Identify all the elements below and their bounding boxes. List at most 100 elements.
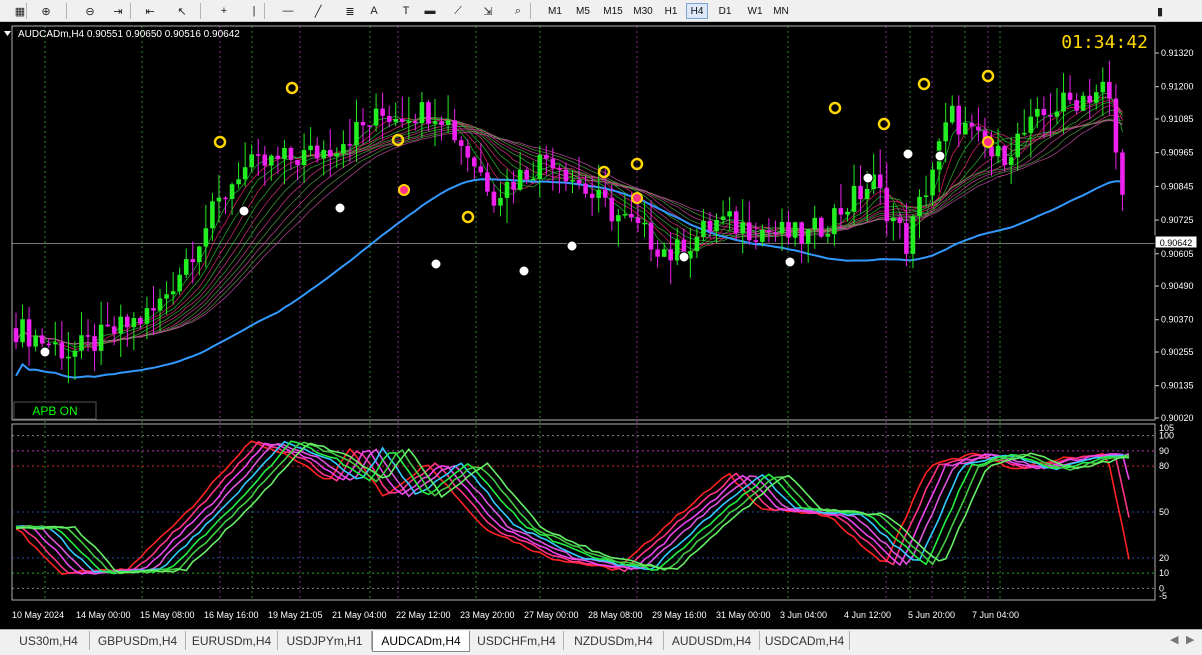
candle-body bbox=[838, 208, 844, 215]
chart-grid-icon[interactable]: ▦ bbox=[10, 2, 30, 20]
candle-body bbox=[59, 342, 65, 359]
timeframe-w1-button[interactable]: W1 bbox=[744, 3, 766, 19]
tab-audcadm-h4[interactable]: AUDCADm,H4 bbox=[372, 631, 470, 652]
price-chart[interactable]: 0.91320 0.91200 0.91085 0.90965 0.90845 0.907… bbox=[0, 22, 1202, 629]
timeframe-h4-button[interactable]: H4 bbox=[686, 3, 708, 19]
candle-body bbox=[426, 102, 431, 124]
timeframe-mn-button[interactable]: MN bbox=[770, 3, 792, 19]
fib-fan-icon[interactable]: ⟋ bbox=[448, 2, 468, 20]
candle-body bbox=[399, 118, 405, 122]
buy-signal-icon bbox=[430, 258, 442, 270]
timeframe-m5-button[interactable]: M5 bbox=[572, 3, 594, 19]
zoom-in-icon[interactable]: ⊕ bbox=[36, 2, 56, 20]
candle-body bbox=[498, 197, 503, 206]
chart-window[interactable]: 0.91320 0.91200 0.91085 0.90965 0.90845 0.907… bbox=[0, 22, 1202, 629]
price-label: 0.90020 bbox=[1161, 413, 1194, 423]
candle-body bbox=[380, 108, 385, 116]
chart-scroll-icon[interactable]: ⇥ bbox=[108, 2, 128, 20]
timeframe-h1-button[interactable]: H1 bbox=[660, 3, 682, 19]
timeframe-m1-button[interactable]: M1 bbox=[544, 3, 566, 19]
candle-body bbox=[917, 196, 922, 217]
price-label: 0.90135 bbox=[1161, 381, 1194, 391]
tab-scroll-right-icon[interactable]: ▶ bbox=[1186, 633, 1194, 646]
apb-label: APB ON bbox=[32, 404, 77, 418]
time-label: 29 May 16:00 bbox=[652, 610, 707, 620]
fibonacci-icon[interactable]: ≣ bbox=[340, 2, 360, 20]
candle-body bbox=[413, 121, 418, 124]
candle-body bbox=[85, 335, 91, 337]
candle-body bbox=[52, 342, 58, 345]
candle-body bbox=[20, 319, 25, 343]
candle-body bbox=[524, 169, 529, 180]
timeframe-d1-button[interactable]: D1 bbox=[714, 3, 736, 19]
cursor-icon[interactable]: ↖ bbox=[172, 2, 192, 20]
candle-body bbox=[242, 167, 248, 180]
candle-body bbox=[655, 249, 660, 257]
tab-audusdm-h4[interactable]: AUDUSDm,H4 bbox=[664, 631, 760, 650]
candle-body bbox=[1100, 81, 1106, 93]
candle-body bbox=[517, 169, 523, 190]
oscillator-level-label: 50 bbox=[1159, 507, 1169, 517]
candle-body bbox=[877, 174, 883, 188]
tab-us30m-h4[interactable]: US30m,H4 bbox=[8, 631, 90, 650]
tab-scroll-left-icon[interactable]: ◀ bbox=[1170, 633, 1178, 646]
candle-body bbox=[249, 154, 254, 168]
price-label: 0.91085 bbox=[1161, 114, 1194, 124]
time-label: 10 May 2024 bbox=[12, 610, 64, 620]
tab-usdjpym-h1[interactable]: USDJPYm,H1 bbox=[278, 631, 372, 650]
candle-body bbox=[622, 214, 628, 216]
horizontal-line-icon[interactable]: — bbox=[278, 2, 298, 20]
candle-body bbox=[635, 217, 641, 224]
price-label: 0.90370 bbox=[1161, 315, 1194, 325]
vertical-line-icon[interactable]: | bbox=[244, 2, 264, 20]
candle-body bbox=[1107, 81, 1112, 99]
candle-body bbox=[818, 217, 824, 237]
current-price-label: 0.90642 bbox=[1160, 238, 1193, 248]
candle-body bbox=[197, 246, 202, 263]
timeframe-m30-button[interactable]: M30 bbox=[630, 3, 656, 19]
candle-body bbox=[131, 317, 137, 328]
candle-body bbox=[661, 249, 667, 257]
arrows-menu-icon[interactable]: ⇲ bbox=[478, 2, 498, 20]
candle-body bbox=[1093, 92, 1099, 103]
time-label: 28 May 08:00 bbox=[588, 610, 643, 620]
candle-body bbox=[570, 180, 575, 182]
tab-usdchfm-h4[interactable]: USDCHFm,H4 bbox=[470, 631, 564, 650]
candle-body bbox=[144, 308, 150, 324]
time-label: 22 May 12:00 bbox=[396, 610, 451, 620]
signal-icon[interactable]: ▮ bbox=[1150, 2, 1170, 20]
rectangle-icon[interactable]: ▬ bbox=[420, 2, 440, 20]
time-label: 27 May 00:00 bbox=[524, 610, 579, 620]
candle-body bbox=[1008, 157, 1014, 165]
candle-body bbox=[288, 147, 294, 160]
star-signal-icon bbox=[631, 192, 643, 204]
price-label: 0.90490 bbox=[1161, 281, 1194, 291]
candle-body bbox=[550, 158, 556, 169]
timeframe-m15-button[interactable]: M15 bbox=[600, 3, 626, 19]
text-icon[interactable]: A bbox=[364, 2, 384, 20]
candle-body bbox=[432, 121, 438, 124]
star-signal-icon bbox=[398, 184, 410, 196]
candle-body bbox=[1041, 109, 1047, 116]
candle-body bbox=[458, 140, 464, 146]
candle-body bbox=[1120, 152, 1125, 195]
chart-tabs-bar: US30m,H4 GBPUSDm,H4 EURUSDm,H4 USDJPYm,H1 AU… bbox=[0, 629, 1202, 655]
text-label-icon[interactable]: T bbox=[396, 2, 416, 20]
tab-gbpusdm-h4[interactable]: GBPUSDm,H4 bbox=[90, 631, 186, 650]
candle-body bbox=[138, 317, 143, 324]
crosshair-icon[interactable]: + bbox=[214, 2, 234, 20]
candle-body bbox=[544, 154, 549, 159]
candle-body bbox=[1035, 109, 1040, 117]
tab-nzdusdm-h4[interactable]: NZDUSDm,H4 bbox=[564, 631, 664, 650]
tab-eurusdm-h4[interactable]: EURUSDm,H4 bbox=[186, 631, 278, 650]
zoom-out-icon[interactable]: ⊖ bbox=[80, 2, 100, 20]
search-icon[interactable]: ⌕ bbox=[508, 2, 528, 20]
trendline-icon[interactable]: ╱ bbox=[308, 2, 328, 20]
candle-body bbox=[321, 149, 327, 159]
candle-body bbox=[858, 185, 863, 200]
chart-shift-icon[interactable]: ⇤ bbox=[140, 2, 160, 20]
candle-body bbox=[792, 222, 798, 238]
time-label: 14 May 00:00 bbox=[76, 610, 131, 620]
oscillator-level-label: 20 bbox=[1159, 553, 1169, 563]
tab-usdcadm-h4[interactable]: USDCADm,H4 bbox=[760, 631, 850, 650]
